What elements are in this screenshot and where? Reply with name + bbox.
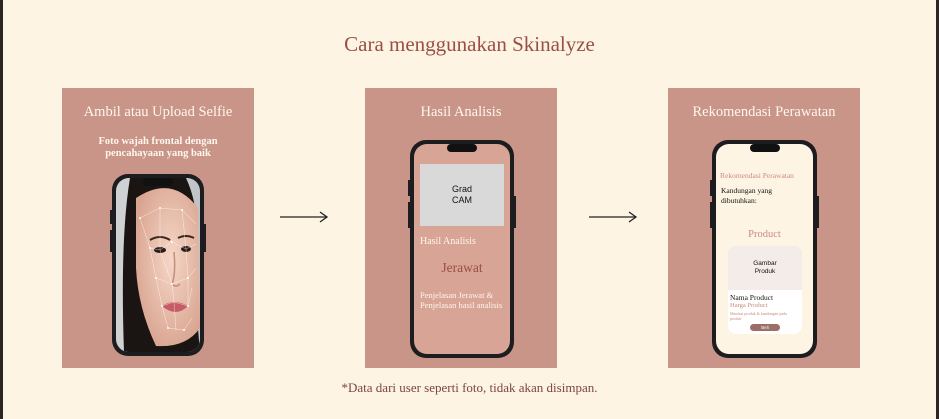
- ingredients-label: Kandungan yang dibutuhkan:: [721, 186, 773, 205]
- phone-mockup: [110, 174, 206, 356]
- gradcam-placeholder: Grad CAM: [420, 164, 504, 226]
- section-label: Hasil Analisis: [420, 236, 476, 247]
- result-label: Jerawat: [441, 260, 483, 275]
- step-title: Rekomendasi Perawatan: [692, 104, 836, 120]
- selfie-image: [116, 178, 200, 352]
- page: Cara menggunakan Skinalyze Ambil atau Up…: [3, 0, 936, 419]
- arrow-right-icon: [280, 211, 329, 223]
- footnote: *Data dari user seperti foto, tidak akan…: [341, 380, 598, 395]
- product-heading: Product: [748, 229, 781, 240]
- product-note: Manfaat produk & kandungan pada produk: [730, 311, 787, 321]
- step-card-analysis: Hasil Analisis Grad CAM Hasil Analisis J…: [365, 88, 557, 368]
- phone-mockup: Grad CAM Hasil Analisis Jerawat Penjelas…: [408, 140, 516, 358]
- screen-header: Rekomendasi Perawatan: [720, 171, 794, 180]
- phone-screen: Rekomendasi Perawatan Kandungan yang dib…: [716, 144, 813, 354]
- result-description: Penjelasan Jerawat & Penjelasan hasil an…: [420, 290, 503, 310]
- step-title: Hasil Analisis: [420, 104, 502, 120]
- product-name: Nama Product: [730, 293, 774, 302]
- step-card-upload: Ambil atau Upload Selfie Foto wajah fron…: [62, 88, 254, 368]
- step-title: Ambil atau Upload Selfie: [83, 104, 233, 120]
- product-image-placeholder: Gambar Produk: [728, 246, 802, 290]
- page-title: Cara menggunakan Skinalyze: [344, 32, 595, 56]
- step-card-recommendation: Rekomendasi Perawatan Rekomendasi Perawa…: [668, 88, 860, 368]
- arrow-right-icon: [589, 211, 638, 223]
- step-subtitle: Foto wajah frontal dengan pencahayaan ya…: [98, 136, 218, 159]
- phone-screen: Grad CAM Hasil Analisis Jerawat Penjelas…: [414, 144, 510, 354]
- buy-button[interactable]: Beli: [750, 324, 780, 331]
- phone-mockup: Rekomendasi Perawatan Kandungan yang dib…: [710, 140, 819, 358]
- product-card[interactable]: Gambar Produk Nama Product Harga Product…: [728, 246, 802, 334]
- product-price: Harga Product: [730, 302, 768, 309]
